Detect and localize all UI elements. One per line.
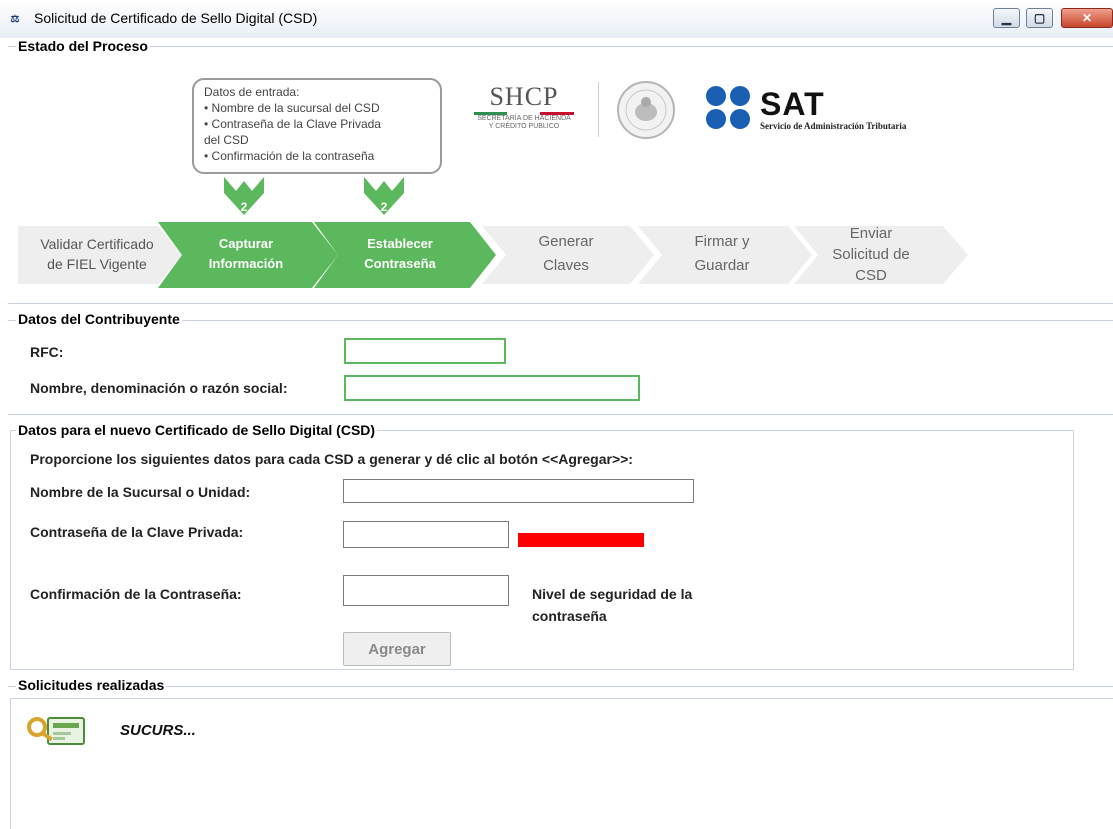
password-strength-bar	[518, 533, 644, 547]
down-arrow-icon: 2	[224, 177, 264, 215]
certificate-key-icon	[27, 717, 85, 745]
minimize-icon: ▁	[1001, 11, 1012, 25]
bubble-line: • Nombre de la sucursal del CSD	[204, 101, 380, 115]
step-send-request: Enviar Solicitud de CSD	[832, 224, 910, 284]
maximize-button[interactable]: ▢	[1026, 8, 1053, 28]
step-set-password: Establecer Contraseña	[364, 236, 436, 271]
sat-logo: SAT Servicio de Administración Tributari…	[704, 84, 964, 134]
sat-app-icon: ⚖	[10, 14, 20, 25]
strength-label-2: contraseña	[532, 608, 607, 624]
name-label: Nombre, denominación o razón social:	[30, 380, 288, 396]
password-label: Contraseña de la Clave Privada:	[30, 524, 244, 540]
confirm-password-field[interactable]	[343, 575, 509, 606]
branch-label: Nombre de la Sucursal o Unidad:	[30, 484, 251, 500]
process-group-line	[8, 46, 1113, 47]
list-item-label: SUCURS...	[120, 722, 196, 739]
rfc-field[interactable]	[344, 338, 506, 364]
process-legend: Estado del Proceso	[16, 38, 150, 54]
contributor-bottom-line	[8, 414, 1113, 415]
arrow-badge: 2	[241, 200, 248, 214]
logo-divider	[598, 82, 599, 137]
bubble-line: del CSD	[204, 133, 249, 147]
shcp-logo: SHCP SECRETARÍA DE HACIENDA Y CRÉDITO PÚ…	[464, 82, 584, 142]
bubble-line: Datos de entrada:	[204, 85, 300, 99]
step-generate-keys: Generar Claves	[538, 233, 594, 274]
password-field[interactable]	[343, 521, 509, 548]
sat-circles-icon	[706, 86, 750, 129]
process-bottom-line	[8, 303, 1113, 304]
maximize-icon: ▢	[1033, 11, 1046, 25]
minimize-button[interactable]: ▁	[993, 8, 1020, 28]
arrow-badge: 2	[381, 200, 388, 214]
new-csd-legend: Datos para el nuevo Certificado de Sello…	[16, 422, 378, 438]
requests-list[interactable]	[10, 698, 1113, 829]
step-validate-fiel: Validar Certificado de FIEL Vigente	[40, 236, 154, 272]
close-icon: ✕	[1081, 11, 1093, 25]
requests-group-line	[8, 686, 1113, 687]
rfc-label: RFC:	[30, 344, 64, 360]
down-arrow-icon: 2	[364, 177, 404, 215]
window-title: Solicitud de Certificado de Sello Digita…	[34, 10, 318, 26]
contributor-legend: Datos del Contribuyente	[16, 311, 182, 327]
input-data-bubble: Datos de entrada: • Nombre de la sucursa…	[192, 78, 442, 174]
title-bar: ⚖ Solicitud de Certificado de Sello Digi…	[0, 0, 1113, 38]
strength-label: Nivel de seguridad de la	[532, 586, 693, 602]
requests-legend: Solicitudes realizadas	[16, 677, 167, 693]
branch-field[interactable]	[343, 479, 694, 503]
step-capture-info: Capturar Información	[208, 236, 284, 271]
close-button[interactable]: ✕	[1061, 8, 1113, 28]
mexico-seal-icon	[617, 81, 675, 139]
bubble-line: • Contraseña de la Clave Privada	[204, 117, 381, 131]
step-sign-save: Firmar y Guardar	[694, 233, 750, 274]
confirm-label: Confirmación de la Contraseña:	[30, 586, 242, 602]
instructions-text: Proporcione los siguientes datos para ca…	[30, 451, 633, 467]
name-field[interactable]	[344, 375, 640, 401]
bubble-line: • Confirmación de la contraseña	[204, 149, 375, 163]
add-button[interactable]: Agregar	[343, 632, 451, 666]
